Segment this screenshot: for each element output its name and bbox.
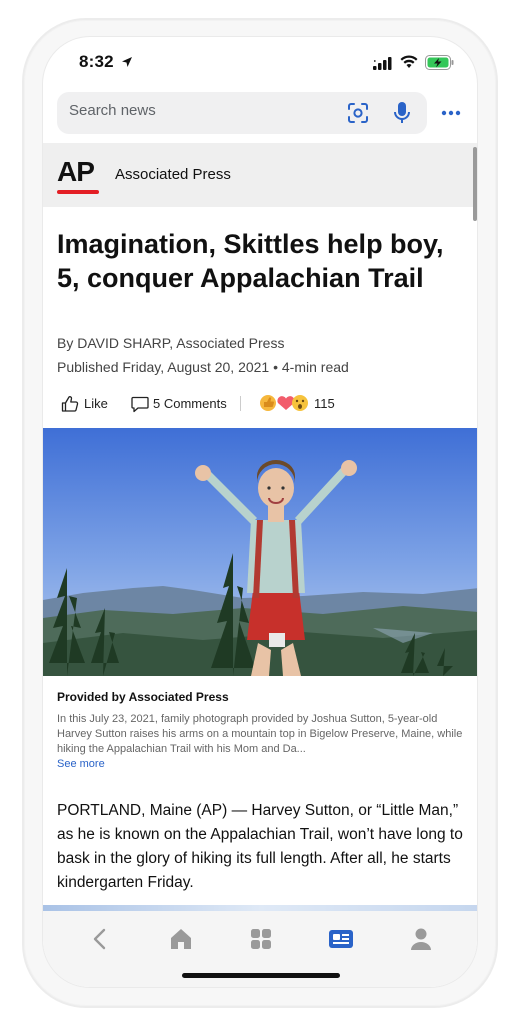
- comments-button[interactable]: 5 Comments: [153, 396, 227, 411]
- more-options-icon[interactable]: [441, 110, 461, 116]
- publisher-logo-underline: [57, 190, 99, 194]
- microphone-icon[interactable]: [394, 101, 410, 125]
- battery-charging-icon: [425, 55, 454, 70]
- visual-search-icon[interactable]: [347, 102, 369, 124]
- like-button[interactable]: Like: [84, 396, 108, 411]
- actions-divider: [240, 396, 241, 411]
- article-actions: Like 5 Comments 115: [57, 393, 467, 415]
- article-photo[interactable]: [43, 428, 478, 676]
- search-box[interactable]: [57, 92, 427, 134]
- search-row: [43, 92, 477, 136]
- apps-grid-icon[interactable]: [247, 925, 275, 953]
- like-thumbs-up-icon[interactable]: [61, 395, 79, 413]
- article-byline: By DAVID SHARP, Associated Press: [57, 335, 285, 351]
- search-input[interactable]: [69, 102, 319, 119]
- home-icon[interactable]: [167, 925, 195, 953]
- home-indicator[interactable]: [182, 973, 340, 978]
- status-bar: 8:32: [43, 37, 477, 89]
- back-icon[interactable]: [87, 925, 115, 953]
- publisher-header[interactable]: AP Associated Press: [43, 143, 477, 207]
- wifi-icon: [400, 55, 418, 68]
- screen: 8:32 Search news AP Associated Press Ima…: [42, 36, 478, 988]
- photo-credit: Provided by Associated Press: [57, 690, 229, 704]
- publisher-logo-text: AP: [57, 156, 95, 187]
- photo-caption: In this July 23, 2021, family photograph…: [57, 713, 463, 755]
- article-view[interactable]: AP Associated Press Imagination, Skittle…: [43, 143, 478, 911]
- reactions-icon[interactable]: [260, 393, 312, 413]
- location-arrow-icon: [122, 57, 132, 67]
- article-headline: Imagination, Skittles help boy, 5, conqu…: [57, 229, 444, 293]
- scrollbar[interactable]: [473, 147, 477, 221]
- profile-icon[interactable]: [407, 925, 435, 953]
- cellular-signal-icon: [373, 57, 392, 70]
- status-time: 8:32: [79, 52, 114, 71]
- news-icon[interactable]: [327, 925, 355, 953]
- comment-icon[interactable]: [131, 396, 149, 413]
- reaction-count: 115: [314, 396, 335, 411]
- publisher-name[interactable]: Associated Press: [115, 166, 231, 183]
- article-published-date: Published Friday, August 20, 2021 • 4-mi…: [57, 359, 349, 375]
- publisher-logo: AP: [57, 157, 101, 195]
- see-more-link[interactable]: See more: [57, 758, 105, 770]
- article-body-paragraph: PORTLAND, Maine (AP) — Harvey Sutton, or…: [57, 802, 463, 891]
